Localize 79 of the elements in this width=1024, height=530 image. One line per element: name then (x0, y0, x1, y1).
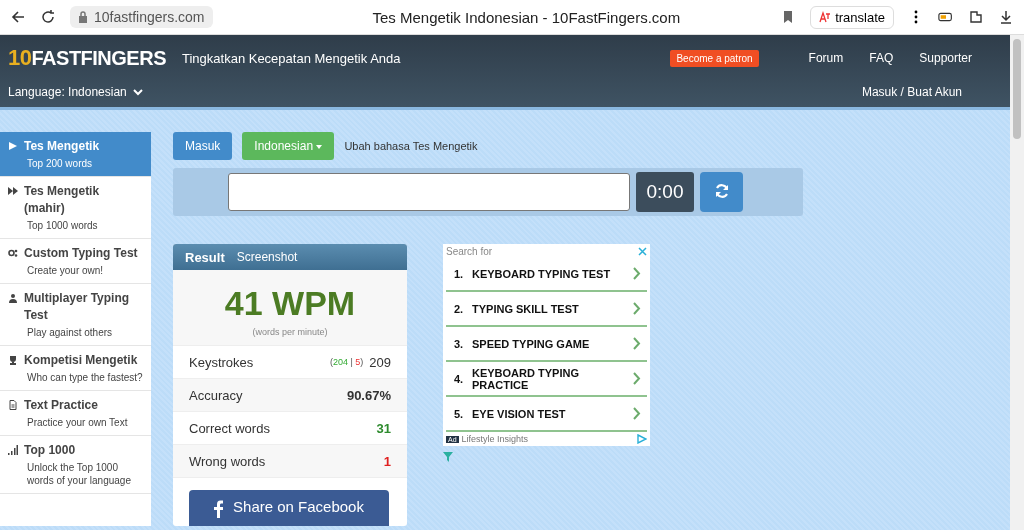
back-icon[interactable] (10, 9, 26, 25)
filter-icon (443, 452, 453, 462)
nav-link[interactable]: FAQ (869, 51, 894, 65)
fast-forward-icon (8, 186, 18, 196)
users-icon (8, 293, 18, 303)
language-menu[interactable]: Language: Indonesian (8, 85, 127, 99)
download-icon[interactable] (998, 9, 1014, 25)
result-value: 209 (369, 354, 391, 370)
result-value: 1 (383, 453, 391, 469)
site-tagline: Tingkatkan Kecepatan Mengetik Anda (182, 50, 401, 66)
result-tab[interactable]: Result (185, 249, 225, 265)
result-label: Correct words (189, 420, 271, 436)
site-logo[interactable]: 10FASTFINGERS (8, 45, 166, 71)
play-icon (8, 141, 18, 151)
sidebar-item[interactable]: Top 1000 Unlock the Top 1000 words of your language (0, 436, 151, 494)
share-facebook-button[interactable]: Share on Facebook (189, 490, 389, 526)
extension-icon[interactable] (968, 9, 984, 25)
facebook-icon (214, 499, 224, 518)
sidebar-item[interactable]: Custom Typing Test Create your own! (0, 239, 151, 284)
result-value: 90.67% (346, 387, 391, 403)
nav-link[interactable]: Forum (808, 51, 844, 65)
sidebar-item[interactable]: Tes Mengetik Top 200 words (0, 132, 151, 177)
chevron-icon (633, 337, 641, 350)
sidebar-item-subtitle: Create your own! (26, 264, 105, 277)
url-text: 10fastfingers.com (94, 9, 205, 25)
chevron-icon[interactable] (132, 88, 143, 96)
trophy-icon (8, 355, 18, 365)
result-value: 31 (376, 420, 391, 436)
sidebar-item-title: Tes Mengetik (mahir) (24, 183, 101, 217)
sidebar-item-title: Custom Typing Test (24, 245, 139, 262)
chevron-icon (633, 302, 641, 315)
result-tab[interactable]: Screenshot (236, 250, 298, 264)
sidebar-item-title: Kompetisi Mengetik (24, 352, 139, 369)
restart-button[interactable] (700, 172, 743, 212)
sidebar-item-subtitle: Play against others (26, 326, 114, 339)
sidebar-item-title: Multiplayer Typing Test (24, 290, 131, 324)
sidebar-item[interactable]: Multiplayer Typing Test Play against others (0, 284, 151, 346)
sidebar-item[interactable]: Kompetisi Mengetik Who can type the fastest? (0, 346, 151, 391)
ad-sponsor: Lifestyle Insights (461, 434, 529, 444)
chevron-icon (633, 267, 641, 280)
sidebar-item-subtitle: Top 200 words (26, 157, 94, 170)
result-label: Wrong words (189, 453, 267, 469)
sidebar-item-subtitle: Unlock the Top 1000 words of your language (26, 461, 132, 487)
ad-link[interactable]: 3. SPEED TYPING GAME (446, 327, 647, 362)
sidebar-item-subtitle: Top 1000 words (26, 219, 99, 232)
login-link[interactable]: Masuk / Buat Akun (861, 85, 962, 99)
page-title: Tes Mengetik Indonesian - 10FastFingers.com (371, 8, 682, 26)
refresh-icon (713, 182, 730, 199)
sidebar-item[interactable]: Tes Mengetik (mahir) Top 1000 words (0, 177, 151, 239)
ad-heading: Search for (446, 246, 493, 257)
result-label: Keystrokes (189, 354, 255, 370)
nav-link[interactable]: Supporter (919, 51, 972, 65)
result-label: Accuracy (189, 387, 244, 403)
lock-icon (78, 11, 88, 23)
sidebar-item-title: Text Practice (24, 397, 99, 414)
typing-input[interactable] (228, 173, 630, 211)
translate-icon (819, 11, 832, 23)
sidebar-item-title: Tes Mengetik (24, 138, 101, 155)
language-hint: Ubah bahasa Tes Mengetik (344, 140, 478, 152)
ad-link[interactable]: 2. TYPING SKILL TEST (446, 292, 647, 327)
document-icon (8, 400, 18, 410)
wpm-score: 41 WPM (223, 284, 357, 323)
timer: 0:00 (636, 172, 694, 212)
sidebar-item-subtitle: Who can type the fastest? (26, 371, 143, 384)
chevron-icon (633, 372, 641, 385)
wpm-caption: (words per minute) (251, 327, 329, 337)
sidebar-item-subtitle: Practice your own Text (26, 416, 129, 429)
translate-button[interactable]: translate (810, 5, 894, 29)
ad-link[interactable]: 5. EYE VISION TEST (446, 397, 647, 432)
chevron-icon (633, 407, 641, 420)
address-bar[interactable]: 10fastfingers.com (70, 6, 213, 28)
bar-chart-icon (8, 445, 18, 455)
sidebar-item[interactable]: Text Practice Practice your own Text (0, 391, 151, 436)
keystroke-breakdown: (204 | 5) (329, 357, 364, 367)
ad-link[interactable]: 1. KEYBOARD TYPING TEST (446, 257, 647, 292)
patron-button[interactable]: Become a patron (670, 49, 759, 67)
sidebar-item-title: Top 1000 (24, 442, 77, 459)
login-button[interactable]: Masuk (173, 132, 233, 160)
reload-icon[interactable] (40, 9, 56, 25)
